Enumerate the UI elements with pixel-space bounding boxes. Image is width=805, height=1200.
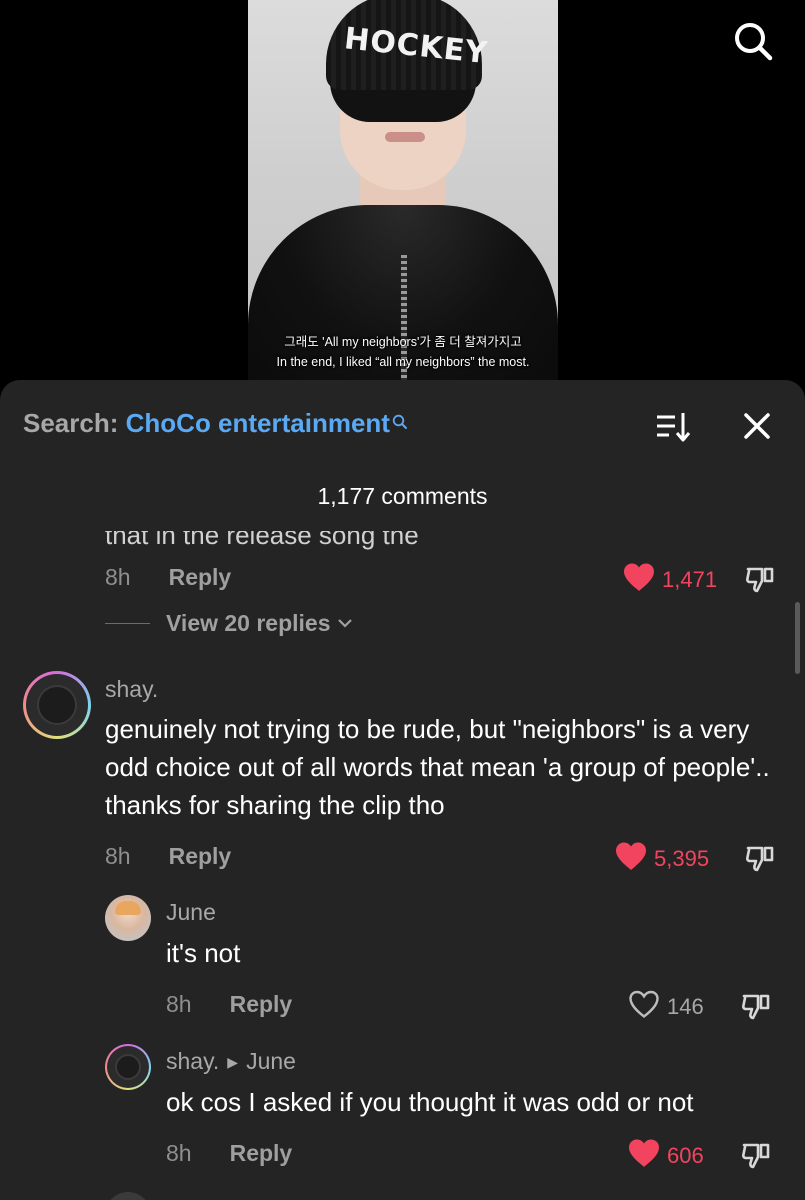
comment-time: 8h <box>166 990 192 1017</box>
reply-to-username[interactable]: June <box>246 1048 296 1074</box>
dislike-icon[interactable] <box>740 990 772 1022</box>
comment-username[interactable]: June <box>166 899 216 926</box>
comment-text: ok cos I asked if you thought it was odd… <box>166 1087 694 1117</box>
reply-button[interactable]: Reply <box>230 1140 293 1167</box>
like-button[interactable]: 606 <box>627 1138 704 1173</box>
like-count: 146 <box>667 993 704 1019</box>
comment-meta: 8h Reply <box>105 841 231 871</box>
avatar[interactable] <box>105 1044 151 1090</box>
search-query-link[interactable]: ChoCo entertainment <box>126 408 390 438</box>
like-button[interactable]: 146 <box>627 989 704 1024</box>
comment-username[interactable]: shay. <box>105 676 158 703</box>
subtitle-english: In the end, I liked “all my neighbors” t… <box>276 355 530 369</box>
sort-icon[interactable] <box>655 410 691 444</box>
comment-time: 8h <box>105 563 131 590</box>
search-icon[interactable] <box>732 20 774 62</box>
comment-time: 8h <box>166 1139 192 1166</box>
comment-time: 8h <box>105 842 131 869</box>
video-frame: HOCKEY 그래도 'All my neighbors'가 좀 더 찰져가지고… <box>248 0 558 380</box>
dislike-icon[interactable] <box>744 563 776 595</box>
heart-icon <box>622 562 656 597</box>
comment-meta: 8h Reply <box>105 562 231 592</box>
dislike-icon[interactable] <box>744 842 776 874</box>
reply-button[interactable]: Reply <box>230 991 293 1018</box>
comment-meta: 8h Reply <box>166 989 292 1019</box>
heart-icon <box>614 841 648 876</box>
view-replies-label: View 20 replies <box>166 610 331 636</box>
avatar[interactable] <box>105 895 151 941</box>
reply-arrow-icon: ▶ <box>227 1054 239 1070</box>
comment-username[interactable]: shay. <box>166 1048 219 1074</box>
like-count: 606 <box>667 1142 704 1168</box>
cut-off-comment-text: that in the release song the <box>105 520 419 550</box>
search-icon <box>392 406 408 437</box>
chevron-down-icon <box>337 616 353 634</box>
like-button[interactable]: 5,395 <box>614 841 709 876</box>
comment-meta: 8h Reply <box>166 1138 292 1168</box>
reply-button[interactable]: Reply <box>169 843 232 870</box>
dislike-icon[interactable] <box>740 1139 772 1171</box>
search-label: Search: <box>23 408 119 438</box>
comments-panel: Search: ChoCo entertainment 1,177 commen… <box>0 380 805 1200</box>
view-replies-button[interactable]: View 20 replies <box>105 610 353 637</box>
video-player[interactable]: HOCKEY 그래도 'All my neighbors'가 좀 더 찰져가지고… <box>0 0 805 400</box>
comment-username-reply: shay. ▶ June <box>166 1048 296 1075</box>
comment-text: genuinely not trying to be rude, but "ne… <box>105 714 770 820</box>
divider-line <box>105 623 150 624</box>
heart-outline-icon <box>627 989 661 1024</box>
scrollbar[interactable] <box>795 602 800 674</box>
like-button[interactable]: 1,471 <box>622 562 717 597</box>
avatar[interactable] <box>105 1192 151 1200</box>
like-count: 1,471 <box>662 566 718 592</box>
close-icon[interactable] <box>741 410 773 442</box>
search-suggestion[interactable]: Search: ChoCo entertainment <box>23 408 408 439</box>
heart-icon <box>627 1138 661 1173</box>
reply-button[interactable]: Reply <box>169 564 232 591</box>
comment-text: it's not <box>166 938 241 968</box>
comment-count: 1,177 comments <box>317 483 488 509</box>
person-mouth <box>385 132 425 142</box>
like-count: 5,395 <box>654 845 710 871</box>
avatar[interactable] <box>23 671 91 739</box>
subtitle-korean: 그래도 'All my neighbors'가 좀 더 찰져가지고 <box>284 335 522 349</box>
